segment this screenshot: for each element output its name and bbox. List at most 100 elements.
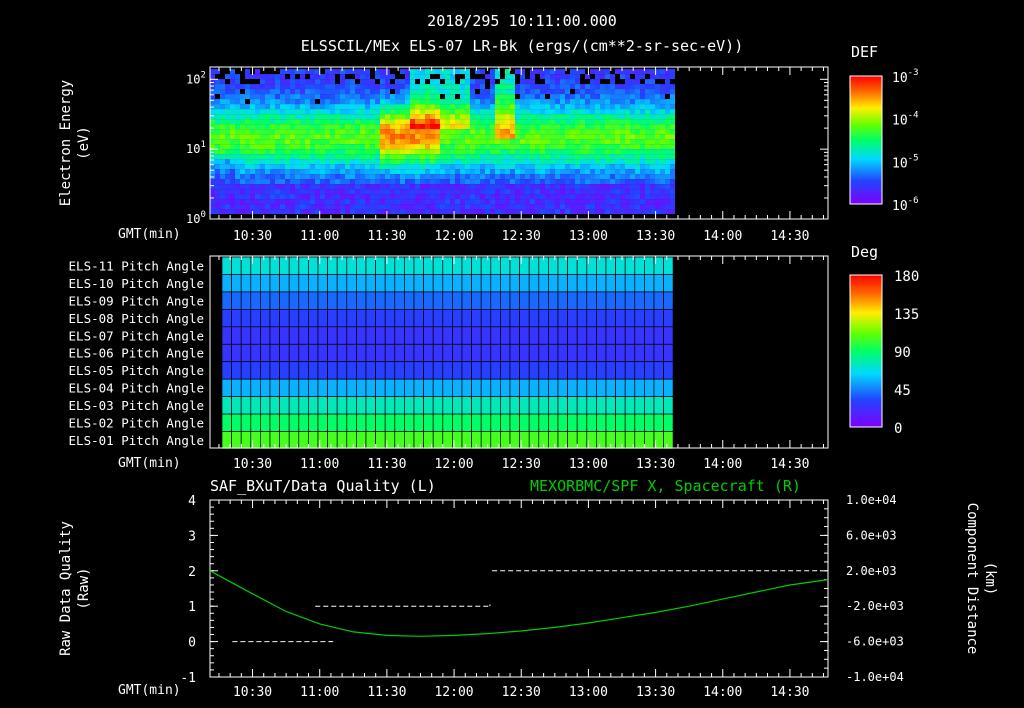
pitch-angle-cell	[644, 378, 655, 397]
pitch-angle-cell	[519, 413, 530, 432]
pitch-angle-cell	[490, 343, 501, 363]
distance-tick-label: -1.0e+04	[846, 670, 904, 684]
deg-colorbar-tick: 90	[894, 345, 911, 361]
pitch-angle-cell	[384, 396, 396, 415]
pitch-angle-cell	[375, 326, 386, 345]
pitch-angle-cell	[279, 256, 290, 275]
pitch-angle-cell	[288, 378, 300, 397]
def-colorbar	[849, 75, 883, 205]
pitch-angle-row-label: ELS-09 Pitch Angle	[69, 293, 204, 308]
pitch-angle-cell	[634, 413, 645, 432]
pitch-angle-cell	[423, 309, 434, 328]
pitch-angle-cell	[461, 291, 472, 310]
chart-canvas: 102101100Electron Energy (eV)10:30 11:00 11…	[58, 66, 998, 700]
pitch-angle-cell	[404, 378, 415, 397]
pitch-angle-cell	[365, 326, 376, 345]
pitch-angle-cell	[624, 361, 636, 380]
deg-colorbar-tick: 45	[894, 383, 911, 399]
pitch-angle-cell	[576, 431, 588, 450]
pitch-angle-cell	[394, 431, 405, 450]
pitch-angle-cell	[567, 431, 578, 450]
pitch-angle-cell	[269, 413, 280, 432]
pitch-angle-cell	[346, 256, 357, 275]
pitch-angle-cell	[375, 431, 386, 450]
line-plot-frame	[209, 499, 829, 678]
pitch-angle-cell	[615, 309, 626, 328]
pitch-angle-cell	[509, 431, 520, 450]
pitch-angle-cell	[596, 326, 607, 345]
pitch-angle-cell	[260, 413, 271, 432]
pitch-angle-cell	[231, 378, 242, 397]
pitch-angle-cell	[308, 291, 319, 310]
pitch-angle-cell	[461, 343, 472, 363]
pitch-angle-cell	[452, 361, 463, 380]
pitch-angle-cell	[432, 326, 444, 345]
distance-axis-label: Component Distance	[964, 503, 980, 655]
pitch-angle-cell	[375, 378, 386, 397]
pitch-time-tick-label: 12:30	[502, 457, 541, 472]
pitch-angle-cell	[634, 396, 645, 415]
pitch-angle-cell	[231, 326, 242, 345]
pitch-angle-cell	[442, 378, 453, 397]
pitch-angle-cell	[548, 291, 559, 310]
pitch-angle-cell	[375, 413, 386, 432]
pitch-angle-cell	[605, 326, 616, 345]
pitch-angle-cell	[557, 326, 568, 345]
pitch-angle-cell	[490, 361, 501, 380]
pitch-angle-row-label: ELS-07 Pitch Angle	[69, 328, 204, 343]
pitch-angle-cell	[576, 343, 588, 363]
pitch-angle-cell	[327, 343, 338, 363]
pitch-angle-cell	[615, 326, 626, 345]
pitch-angle-cell	[519, 378, 530, 397]
line-time-tick-label: 14:00	[703, 685, 742, 700]
pitch-angle-cell	[471, 361, 482, 380]
pitch-angle-cell	[221, 274, 232, 293]
pitch-angle-cell	[221, 396, 232, 415]
pitch-angle-cell	[538, 274, 549, 293]
pitch-angle-cell	[327, 256, 338, 275]
pitch-angle-cell	[250, 326, 261, 345]
pitch-angle-cell	[509, 274, 520, 293]
pitch-angle-cell	[490, 396, 501, 415]
pitch-angle-cell	[634, 361, 645, 380]
pitch-angle-cell	[279, 396, 290, 415]
pitch-angle-cell	[327, 309, 338, 328]
pitch-angle-cell	[250, 274, 261, 293]
pitch-angle-cell	[509, 343, 520, 363]
pitch-angle-cell	[384, 361, 396, 380]
pitch-angle-cell	[404, 309, 415, 328]
pitch-angle-cell	[548, 274, 559, 293]
pitch-angle-cell	[480, 361, 492, 380]
pitch-angle-cell	[480, 378, 492, 397]
pitch-angle-cell	[375, 343, 386, 363]
pitch-angle-cell	[327, 361, 338, 380]
pitch-angle-cell	[279, 309, 290, 328]
pitch-angle-cell	[394, 361, 405, 380]
pitch-angle-cell	[567, 291, 578, 310]
pitch-angle-cell	[586, 291, 597, 310]
pitch-angle-cell	[240, 361, 252, 380]
pitch-angle-cell	[288, 309, 300, 328]
distance-tick-label: 6.0e+03	[846, 528, 897, 542]
deg-colorbar-tick: 135	[894, 307, 919, 323]
pitch-angle-cell	[500, 378, 511, 397]
pitch-angle-cell	[365, 343, 376, 363]
pitch-angle-cell	[567, 378, 578, 397]
pitch-angle-cell	[413, 378, 424, 397]
pitch-angle-cell	[317, 274, 328, 293]
pitch-angle-cell	[442, 256, 453, 275]
pitch-angle-cell	[596, 309, 607, 328]
pitch-angle-cell	[308, 274, 319, 293]
pitch-angle-cell	[461, 361, 472, 380]
pitch-angle-cell	[365, 413, 376, 432]
pitch-angle-cell	[663, 256, 674, 275]
pitch-angle-row-label: ELS-06 Pitch Angle	[69, 346, 204, 361]
energy-time-tick-label: 13:00	[569, 229, 608, 244]
pitch-angle-cell	[317, 378, 328, 397]
pitch-angle-cell	[548, 309, 559, 328]
pitch-angle-cell	[567, 256, 578, 275]
pitch-angle-cell	[471, 326, 482, 345]
pitch-angle-cell	[240, 256, 252, 275]
pitch-angle-cell	[221, 361, 232, 380]
pitch-angle-cell	[394, 326, 405, 345]
